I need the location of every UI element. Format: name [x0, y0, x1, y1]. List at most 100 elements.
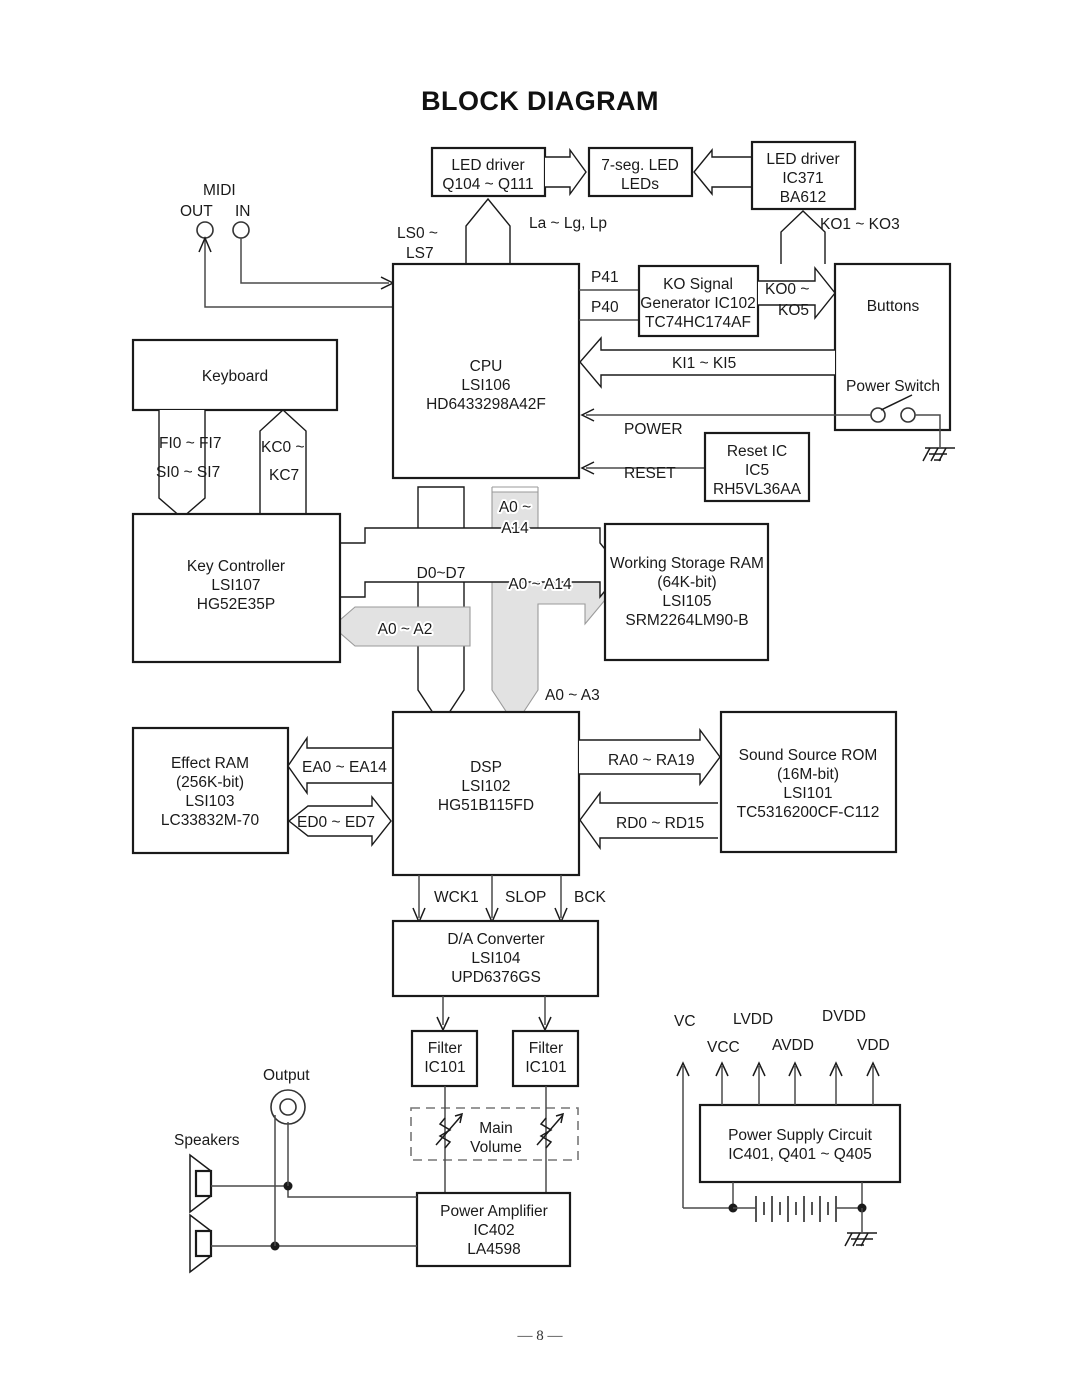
battery-cells — [683, 1182, 867, 1222]
led-driver-q-line1: LED driver — [451, 157, 524, 174]
block-reset-ic: Reset IC IC5 RH5VL36AA — [703, 431, 811, 503]
label-power: POWER — [624, 421, 683, 438]
filter-right-line2: IC101 — [525, 1059, 566, 1076]
dsp-line1: DSP — [470, 759, 502, 776]
cpu-line2: LSI106 — [461, 377, 510, 394]
block-7seg-led: 7-seg. LED LEDs — [587, 146, 694, 198]
label-midi-in: IN — [235, 203, 251, 220]
label-d0-d7: D0~D7 — [417, 565, 466, 582]
block-power-amplifier: Power Amplifier IC402 LA4598 — [415, 1191, 572, 1268]
label-slop: SLOP — [505, 889, 546, 906]
label-rd0-rd15: RD0 ~ RD15 — [616, 815, 704, 832]
main-volume-line2: Volume — [470, 1139, 522, 1156]
wire-dac-to-filter-right — [538, 996, 552, 1032]
block-led-driver-ic371: LED driver IC371 BA612 — [750, 140, 857, 211]
label-fi0-fi7: FI0 ~ FI7 — [159, 435, 221, 452]
label-ko0-line1: KO0 ~ — [765, 281, 809, 298]
rail-arrow-vcc — [715, 1061, 729, 1105]
wire-midi-out — [198, 236, 393, 308]
bus-led-driver-ic-to-7seg — [693, 148, 752, 196]
label-ko1-ko3: KO1 ~ KO3 — [820, 216, 900, 233]
label-vcc: VCC — [707, 1039, 740, 1056]
led-driver-q-line2: Q104 ~ Q111 — [442, 176, 533, 193]
led-driver-ic-line1: LED driver — [766, 151, 839, 168]
rail-arrow-dvdd — [829, 1061, 843, 1105]
block-diagram-schematic: LED driver Q104 ~ Q111 La ~ Lg, Lp 7-seg… — [131, 140, 955, 1274]
block-working-storage-ram: Working Storage RAM (64K-bit) LSI105 SRM… — [603, 522, 770, 662]
speaker-top — [189, 1153, 213, 1214]
power-switch-contact-left — [870, 407, 886, 423]
working-ram-line4: SRM2264LM90-B — [625, 612, 748, 629]
filter-left-line2: IC101 — [424, 1059, 465, 1076]
keyboard-label: Keyboard — [202, 368, 268, 385]
filter-left-line1: Filter — [428, 1040, 462, 1057]
label-ls-bus-line1: LS0 ~ — [397, 225, 438, 242]
working-ram-line2: (64K-bit) — [657, 574, 716, 591]
label-ls-bus-line2: LS7 — [406, 245, 434, 262]
ko-signal-line1: KO Signal — [663, 276, 733, 293]
label-a0-a2: A0 ~ A2 — [378, 621, 433, 638]
main-volume-line1: Main — [479, 1120, 513, 1137]
block-buttons: Buttons Power Switch — [833, 262, 952, 432]
label-a0-a14-top-line2: A14 — [501, 520, 529, 537]
buttons-label: Buttons — [867, 298, 920, 315]
power-amp-line1: Power Amplifier — [440, 1203, 548, 1220]
label-p41: P41 — [591, 269, 619, 286]
label-reset: RESET — [624, 465, 676, 482]
key-controller-line1: Key Controller — [187, 558, 285, 575]
sound-rom-line1: Sound Source ROM — [739, 747, 878, 764]
ko-signal-line3: TC74HC174AF — [645, 314, 751, 331]
label-dvdd: DVDD — [822, 1008, 866, 1025]
wire-speaker-top — [211, 1181, 417, 1198]
label-kc0-line2: KC7 — [269, 467, 299, 484]
block-dsp: DSP LSI102 HG51B115FD — [391, 710, 581, 877]
label-avdd: AVDD — [772, 1037, 814, 1054]
label-lvdd: LVDD — [733, 1011, 773, 1028]
power-supply-line1: Power Supply Circuit — [728, 1127, 873, 1144]
filter-right-line1: Filter — [529, 1040, 563, 1057]
dsp-line3: HG51B115FD — [438, 797, 534, 814]
label-ki1-ki5: KI1 ~ KI5 — [672, 355, 736, 372]
rail-arrow-vc — [676, 1061, 690, 1208]
reset-ic-line1: Reset IC — [727, 443, 787, 460]
bus-ls0-ls7 — [465, 197, 511, 264]
key-controller-line2: LSI107 — [211, 577, 260, 594]
power-amp-line2: IC402 — [473, 1222, 514, 1239]
ko-signal-line2: Generator IC102 — [640, 295, 755, 312]
cpu-line1: CPU — [470, 358, 503, 375]
power-switch-label: Power Switch — [846, 378, 940, 395]
label-ra0-ra19: RA0 ~ RA19 — [608, 752, 695, 769]
cpu-line3: HD6433298A42F — [426, 396, 546, 413]
speaker-bottom — [189, 1213, 213, 1274]
effect-ram-line2: (256K-bit) — [176, 774, 244, 791]
midi-in-jack — [232, 221, 250, 239]
label-a0-a14-top-line1: A0 ~ — [499, 499, 531, 516]
label-a0-a14: A0 ~ A14 — [508, 576, 572, 593]
effect-ram-line1: Effect RAM — [171, 755, 249, 772]
bus-kc0-kc7 — [259, 409, 307, 518]
block-keyboard: Keyboard — [131, 338, 339, 412]
midi-out-jack — [196, 221, 214, 239]
key-controller-line3: HG52E35P — [197, 596, 275, 613]
label-si0-si7: SI0 ~ SI7 — [156, 464, 220, 481]
rail-arrow-vdd — [866, 1061, 880, 1105]
label-kc0-line1: KC0 ~ — [261, 439, 305, 456]
wire-bck — [554, 875, 568, 924]
led-driver-ic-line3: BA612 — [780, 189, 827, 206]
label-a0-a3: A0 ~ A3 — [545, 687, 600, 704]
label-bck: BCK — [574, 889, 607, 906]
wire-power — [580, 408, 871, 422]
dsp-line2: LSI102 — [461, 778, 510, 795]
label-speakers: Speakers — [174, 1132, 240, 1149]
wire-output-jack — [274, 1115, 289, 1246]
label-la-lg-lp: La ~ Lg, Lp — [529, 215, 607, 232]
seven-seg-line1: 7-seg. LED — [601, 157, 679, 174]
effect-ram-line4: LC33832M-70 — [161, 812, 260, 829]
label-midi: MIDI — [203, 182, 236, 199]
label-output: Output — [263, 1067, 310, 1084]
power-amp-line3: LA4598 — [467, 1241, 520, 1258]
block-sound-source-rom: Sound Source ROM (16M-bit) LSI101 TC5316… — [719, 710, 898, 854]
bus-ko1-ko3 — [780, 210, 826, 264]
wire-wck1 — [412, 875, 426, 924]
label-p40: P40 — [591, 299, 619, 316]
